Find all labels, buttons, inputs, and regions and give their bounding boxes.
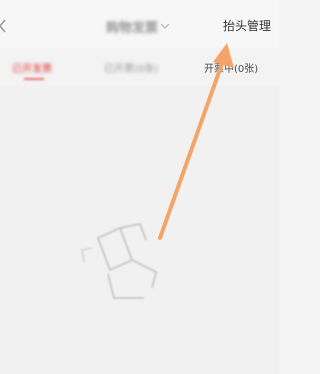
page-title: 购物发票 xyxy=(106,20,159,36)
invoice-tabs: 已开发票 已开票(0张) 开票中(0张) xyxy=(0,52,279,86)
chevron-down-icon xyxy=(160,23,170,29)
tab-invoicing[interactable]: 开票中(0张) xyxy=(204,60,258,75)
top-nav-bar: 购物发票 抬头管理 xyxy=(0,0,279,48)
invoice-screen: 购物发票 抬头管理 已开发票 已开票(0张) 开票中(0张) xyxy=(0,0,279,374)
active-tab-indicator xyxy=(24,78,44,80)
title-dropdown[interactable]: 购物发票 xyxy=(106,17,170,36)
tab-issued-invoices[interactable]: 已开发票 xyxy=(12,60,52,75)
title-management-button[interactable]: 抬头管理 xyxy=(223,17,271,34)
tab-invoiced[interactable]: 已开票(0张) xyxy=(104,60,158,75)
empty-invoice-illustration xyxy=(81,222,158,299)
back-chevron-icon[interactable] xyxy=(0,19,7,33)
